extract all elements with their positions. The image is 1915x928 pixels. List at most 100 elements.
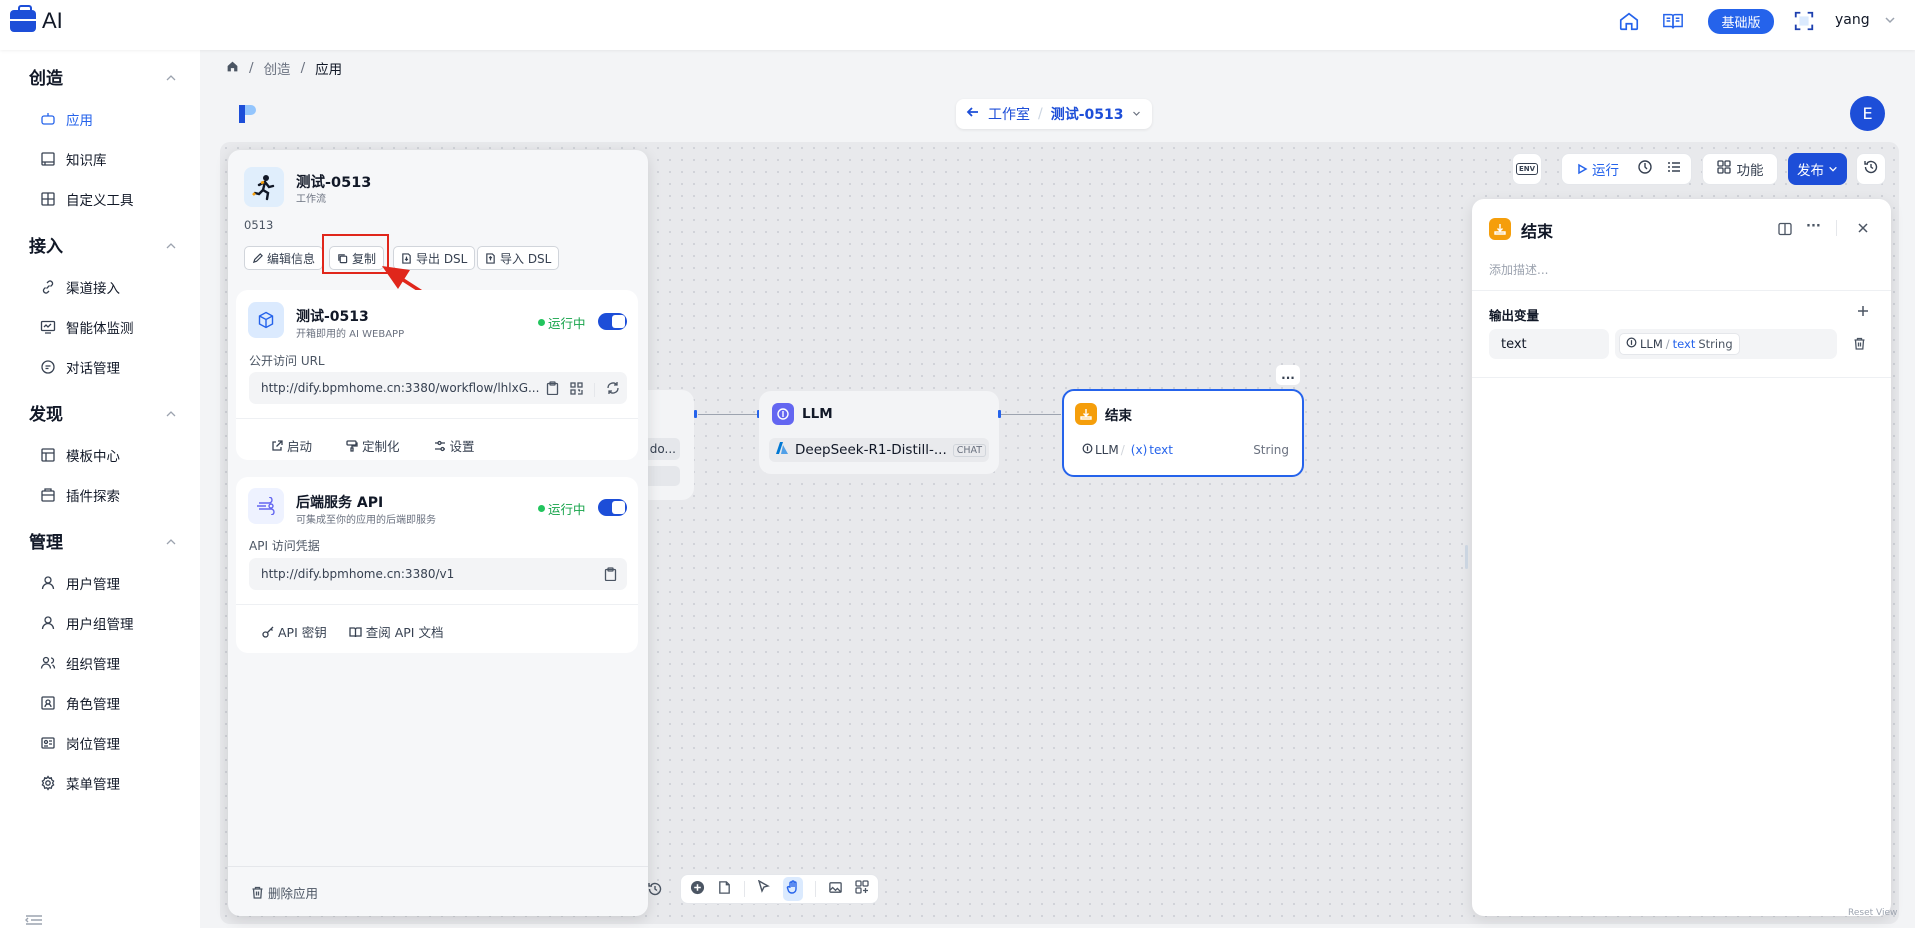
sidebar-item-roles[interactable]: 角色管理 [40, 691, 120, 715]
webapp-subtitle: 开箱即用的 AI WEBAPP [296, 329, 405, 340]
sidebar-item-plugins[interactable]: 插件探索 [40, 483, 120, 507]
qrcode-icon[interactable] [570, 381, 583, 399]
organize-blocks-icon[interactable] [855, 880, 869, 898]
close-icon[interactable] [1857, 222, 1869, 238]
add-node-icon[interactable] [690, 880, 705, 899]
plugin-icon [40, 487, 56, 503]
add-variable-icon[interactable] [1857, 305, 1869, 321]
sidebar-section-access[interactable]: 接入 [29, 232, 63, 257]
customize-button[interactable]: 定制化 [346, 436, 400, 455]
grid-icon [1716, 160, 1731, 178]
sidebar-item-channels[interactable]: 渠道接入 [40, 275, 120, 299]
webapp-toggle[interactable] [598, 313, 627, 330]
llm-model-selector[interactable]: DeepSeek-R1-Distill-... CHAT [769, 438, 989, 462]
home-icon[interactable] [1617, 9, 1641, 33]
app-logo[interactable]: AI [10, 5, 63, 34]
cube-icon [248, 302, 284, 338]
api-toggle[interactable] [598, 499, 627, 516]
breadcrumb-create[interactable]: 创造 [264, 58, 291, 78]
llm-node-output-handle[interactable] [998, 410, 1001, 418]
collapse-sidebar-icon[interactable] [24, 914, 44, 928]
end-node[interactable]: 结束 LLM / (x) text String [1062, 389, 1304, 477]
version-history-button[interactable] [1856, 153, 1886, 185]
run-button[interactable]: 运行 [1576, 159, 1619, 179]
sidebar-item-user-groups[interactable]: 用户组管理 [40, 611, 134, 635]
more-options-icon[interactable]: ··· [1806, 220, 1821, 233]
api-url-field[interactable]: http://dify.bpmhome.cn:3380/v1 [249, 558, 627, 590]
pointer-icon[interactable] [757, 879, 771, 898]
back-to-studio-link[interactable]: 工作室 [988, 104, 1030, 124]
description-input[interactable]: 添加描述... [1489, 261, 1548, 278]
user-name[interactable]: yang [1835, 12, 1870, 28]
delete-app-button[interactable]: 删除应用 [251, 883, 318, 902]
edition-badge[interactable]: 基础版 [1708, 9, 1774, 34]
arrow-left-icon[interactable] [966, 105, 980, 123]
user-icon [40, 615, 56, 631]
end-node-more-button[interactable]: ... [1276, 365, 1300, 385]
end-node-variable-type: String [1253, 443, 1289, 457]
reset-view-link[interactable]: Reset View [1848, 908, 1897, 918]
publish-button[interactable]: 发布 [1788, 153, 1847, 185]
book-open-icon [349, 626, 362, 637]
sidebar-item-users[interactable]: 用户管理 [40, 571, 120, 595]
checklist-icon[interactable] [1667, 160, 1681, 178]
sidebar-item-templates[interactable]: 模板中心 [40, 443, 120, 467]
sidebar-item-agent-monitor[interactable]: 智能体监测 [40, 315, 134, 339]
trash-icon[interactable] [1853, 337, 1866, 354]
azure-icon [775, 441, 789, 459]
edit-info-button[interactable]: 编辑信息 [244, 246, 324, 270]
sidebar-item-positions[interactable]: 岗位管理 [40, 731, 120, 755]
api-docs-button[interactable]: 查阅 API 文档 [349, 622, 443, 641]
home-icon[interactable] [226, 60, 239, 77]
sidebar-section-discover[interactable]: 发现 [29, 400, 63, 425]
sidebar-section-manage[interactable]: 管理 [29, 528, 63, 553]
clipboard-icon[interactable] [546, 381, 559, 399]
variable-icon: (x) [1130, 443, 1148, 457]
api-url-label: API 访问凭据 [249, 539, 320, 553]
export-image-icon[interactable] [828, 880, 843, 899]
trash-icon [252, 886, 263, 899]
llm-node[interactable]: LLM DeepSeek-R1-Distill-... CHAT [759, 391, 999, 474]
chevron-up-icon[interactable] [165, 240, 177, 252]
launch-button[interactable]: 启动 [271, 436, 312, 455]
sidebar-section-create[interactable]: 创造 [29, 64, 63, 89]
app-avatar [244, 167, 284, 207]
sidebar-item-custom-tools[interactable]: 自定义工具 [40, 187, 134, 211]
variable-name-input[interactable]: text [1489, 329, 1609, 359]
sidebar-item-apps[interactable]: 应用 [40, 107, 93, 131]
add-note-icon[interactable] [717, 880, 732, 899]
env-button[interactable]: ENV [1512, 153, 1542, 185]
chevron-down-icon[interactable] [1132, 106, 1141, 122]
api-key-button[interactable]: API 密钥 [262, 622, 327, 641]
panel-resize-handle[interactable] [1465, 545, 1468, 569]
chevron-up-icon[interactable] [165, 536, 177, 548]
fullscreen-icon[interactable] [1792, 9, 1816, 33]
variable-reference-chip[interactable]: LLM / text String [1619, 333, 1740, 355]
chevron-up-icon[interactable] [165, 72, 177, 84]
workspace-switcher[interactable]: 工作室 / 测试-0513 [956, 99, 1152, 129]
book-icon[interactable] [1661, 9, 1685, 33]
panel-title[interactable]: 结束 [1521, 218, 1553, 242]
sidebar-item-conversations[interactable]: 对话管理 [40, 355, 120, 379]
monitor-icon [40, 319, 56, 335]
current-app-name[interactable]: 测试-0513 [1051, 104, 1124, 124]
robot-icon [40, 111, 56, 127]
chevron-down-icon[interactable] [1884, 14, 1896, 30]
sidebar-item-menus[interactable]: 菜单管理 [40, 771, 120, 795]
refresh-icon[interactable] [606, 381, 620, 399]
panel-layout-icon[interactable] [1778, 222, 1792, 240]
history-check-icon[interactable] [1637, 159, 1653, 179]
brain-icon [772, 403, 794, 425]
start-node-output-handle[interactable] [694, 410, 697, 418]
hand-icon[interactable] [783, 877, 803, 901]
sidebar-item-label: 渠道接入 [66, 281, 120, 297]
brand-logo-icon [238, 102, 256, 126]
sidebar-item-knowledge[interactable]: 知识库 [40, 147, 107, 171]
chevron-up-icon[interactable] [165, 408, 177, 420]
user-avatar[interactable]: E [1850, 96, 1885, 131]
sidebar-item-organizations[interactable]: 组织管理 [40, 651, 120, 675]
clipboard-icon[interactable] [604, 567, 617, 585]
settings-button[interactable]: 设置 [434, 436, 475, 455]
api-title: 后端服务 API [296, 495, 384, 511]
features-button[interactable]: 功能 [1702, 153, 1778, 185]
